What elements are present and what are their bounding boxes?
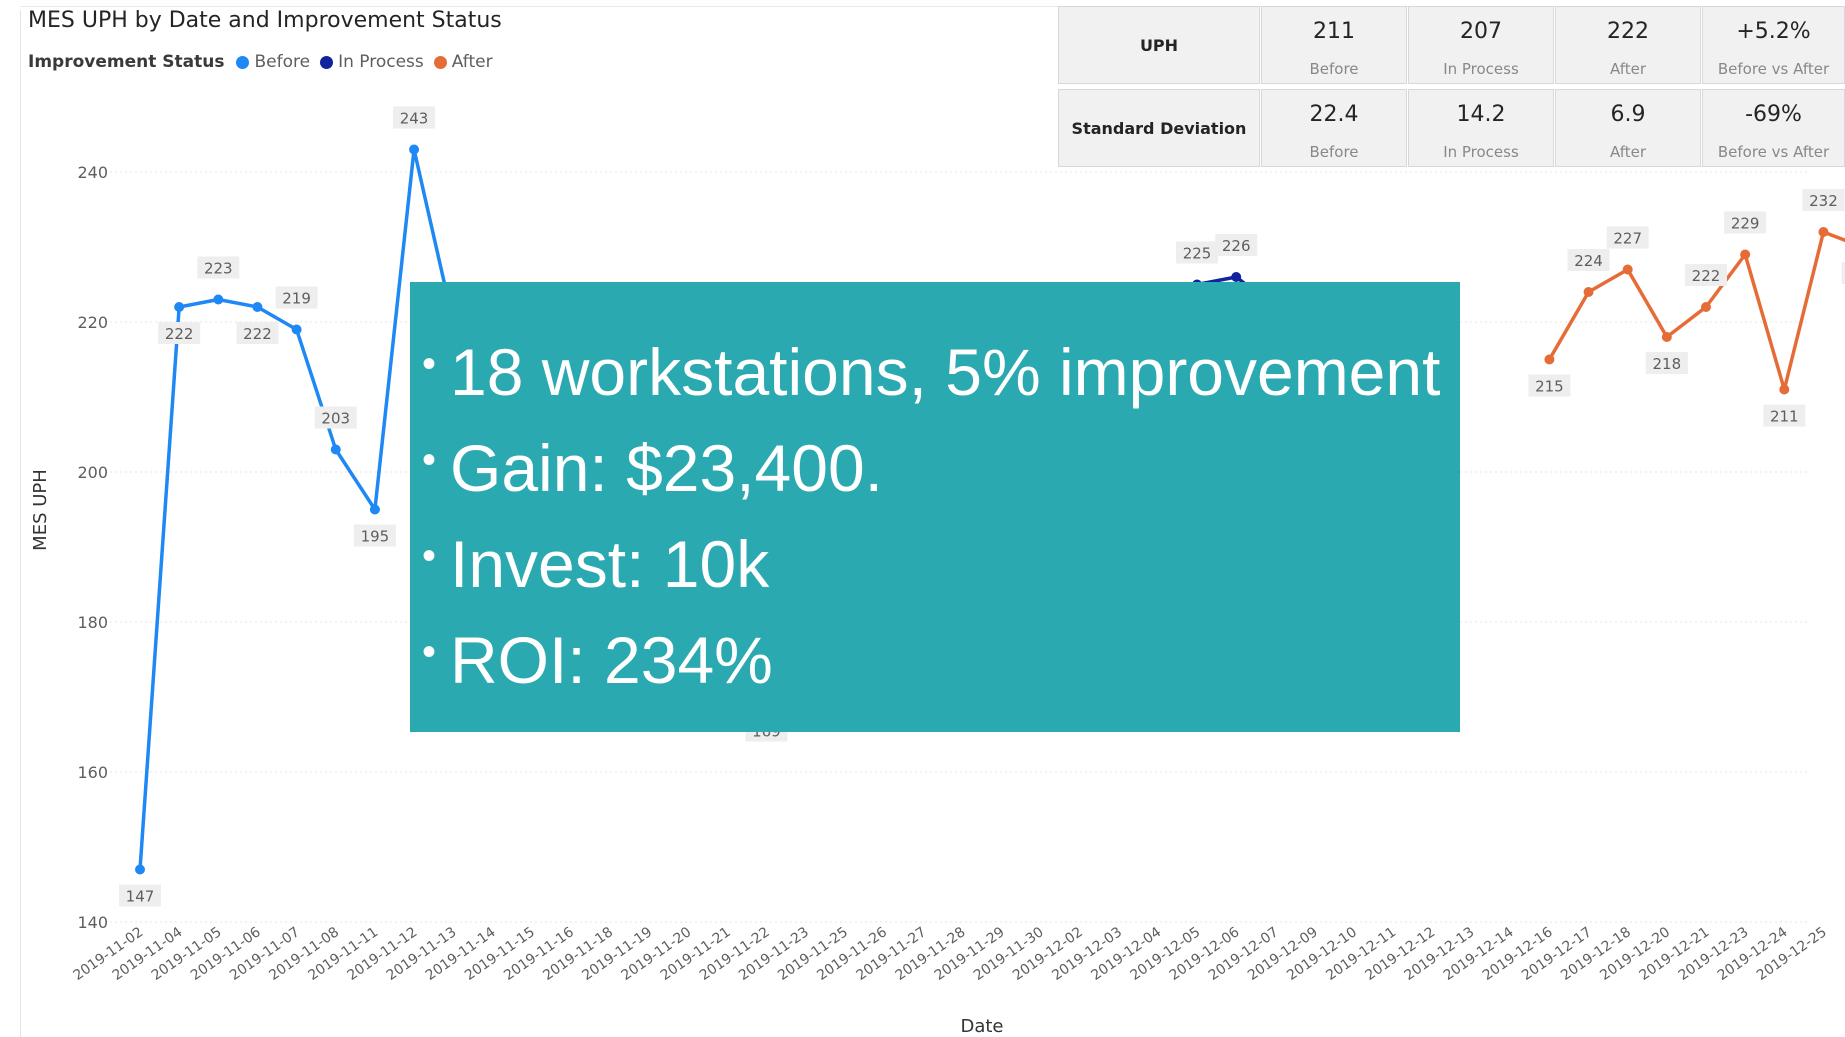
- bullet-icon: •: [422, 534, 437, 578]
- bullet-icon: •: [422, 630, 437, 674]
- data-point-before: [291, 324, 302, 335]
- y-tick-label: 160: [77, 763, 108, 782]
- summary-bullet-text: Gain: $23,400.: [450, 431, 884, 505]
- data-label: 147: [126, 888, 155, 906]
- summary-bullet: • Gain: $23,400.: [422, 418, 1440, 514]
- data-label: 227: [1613, 230, 1642, 248]
- data-point-after: [1544, 354, 1555, 365]
- data-label: 222: [165, 325, 194, 343]
- y-tick-label: 240: [77, 163, 108, 182]
- data-label: 225: [1183, 245, 1212, 263]
- y-tick-label: 180: [77, 613, 108, 632]
- data-point-after: [1622, 264, 1633, 275]
- y-axis-title: MES UPH: [30, 469, 51, 551]
- summary-bullet: • ROI: 234%: [422, 610, 1440, 706]
- series-line-before: [138, 147, 455, 870]
- summary-bullet-text: Invest: 10k: [450, 527, 770, 601]
- y-tick-label: 140: [77, 913, 108, 932]
- summary-bullet: • 18 workstations, 5% improvement: [422, 322, 1440, 418]
- data-point-before: [252, 302, 263, 312]
- data-label: 218: [1653, 355, 1682, 373]
- data-label: 226: [1222, 237, 1251, 255]
- data-point-before: [135, 864, 145, 875]
- data-point-after: [1583, 287, 1594, 297]
- y-tick-label: 220: [77, 313, 108, 332]
- data-point-before: [330, 444, 341, 455]
- data-point-after: [1818, 227, 1829, 237]
- summary-bullet-text: ROI: 234%: [450, 623, 773, 697]
- data-label: 243: [400, 110, 429, 128]
- data-label: 232: [1809, 192, 1838, 210]
- dashboard-visual: MES UPH by Date and Improvement Status I…: [0, 0, 1845, 1037]
- data-point-before: [369, 504, 380, 515]
- data-point-before: [409, 144, 420, 155]
- data-point-in-process: [1231, 272, 1242, 282]
- x-axis-title: Date: [960, 1016, 1003, 1037]
- summary-bullet-text: 18 workstations, 5% improvement: [450, 335, 1441, 409]
- bullet-icon: •: [422, 438, 437, 482]
- data-label: 211: [1770, 408, 1799, 426]
- y-tick-label: 200: [77, 463, 108, 482]
- data-label: 219: [282, 290, 311, 308]
- data-label-bg: [1841, 262, 1845, 284]
- data-point-after: [1661, 332, 1672, 342]
- data-label: 203: [321, 410, 350, 428]
- data-label: 224: [1574, 252, 1603, 270]
- data-point-after: [1779, 384, 1790, 395]
- data-label: 223: [204, 260, 233, 278]
- data-point-before: [174, 302, 185, 312]
- data-label: 215: [1535, 378, 1564, 396]
- data-label: 195: [361, 528, 390, 546]
- summary-bullet: • Invest: 10k: [422, 514, 1440, 610]
- summary-overlay-box: • 18 workstations, 5% improvement • Gain: …: [410, 282, 1460, 732]
- data-label: 222: [1692, 267, 1721, 285]
- bullet-icon: •: [422, 342, 437, 386]
- data-label: 222: [243, 325, 272, 343]
- data-point-after: [1740, 249, 1751, 260]
- data-label: 229: [1731, 215, 1760, 233]
- summary-bullet-list: • 18 workstations, 5% improvement • Gain: …: [422, 322, 1440, 706]
- data-point-after: [1701, 302, 1711, 312]
- data-point-before: [213, 294, 224, 305]
